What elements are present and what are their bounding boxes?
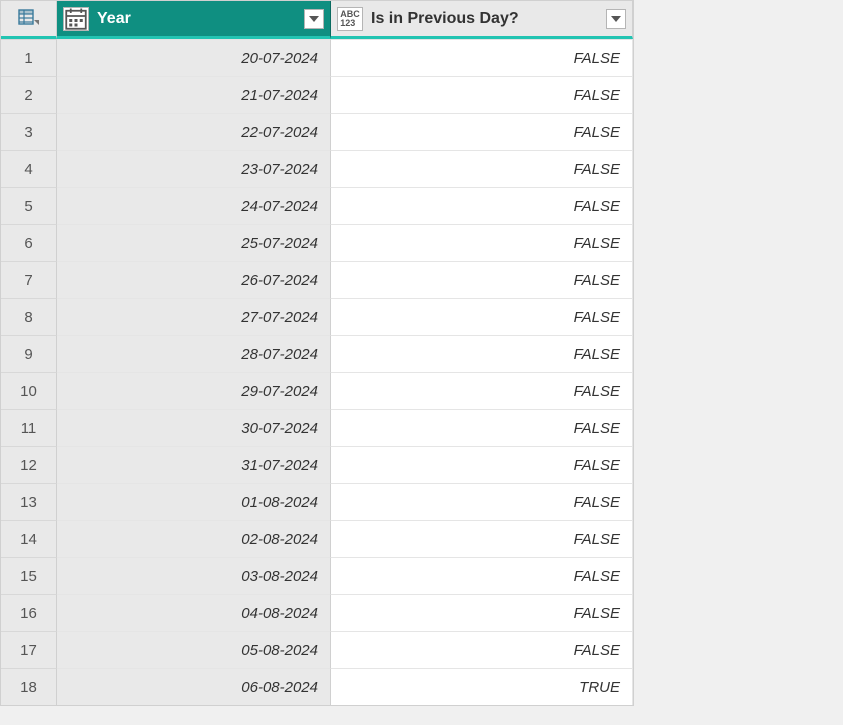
row-number[interactable]: 10 xyxy=(1,372,57,409)
cell-year[interactable]: 02-08-2024 xyxy=(57,520,331,557)
cell-is-in-previous-day[interactable]: FALSE xyxy=(331,446,633,483)
table-row[interactable]: 524-07-2024FALSE xyxy=(1,187,633,224)
cell-is-in-previous-day[interactable]: FALSE xyxy=(331,298,633,335)
cell-year[interactable]: 23-07-2024 xyxy=(57,150,331,187)
row-number[interactable]: 7 xyxy=(1,261,57,298)
cell-year[interactable]: 31-07-2024 xyxy=(57,446,331,483)
table-row[interactable]: 1806-08-2024TRUE xyxy=(1,668,633,705)
column-header-year[interactable]: Year xyxy=(57,1,331,39)
table-row[interactable]: 1503-08-2024FALSE xyxy=(1,557,633,594)
cell-is-in-previous-day[interactable]: FALSE xyxy=(331,631,633,668)
table-row[interactable]: 928-07-2024FALSE xyxy=(1,335,633,372)
table-row[interactable]: 1301-08-2024FALSE xyxy=(1,483,633,520)
table-row[interactable]: 322-07-2024FALSE xyxy=(1,113,633,150)
row-number[interactable]: 2 xyxy=(1,76,57,113)
cell-is-in-previous-day[interactable]: FALSE xyxy=(331,409,633,446)
row-number[interactable]: 9 xyxy=(1,335,57,372)
row-number[interactable]: 1 xyxy=(1,39,57,76)
table-row[interactable]: 221-07-2024FALSE xyxy=(1,76,633,113)
cell-year[interactable]: 22-07-2024 xyxy=(57,113,331,150)
rows-container: 120-07-2024FALSE221-07-2024FALSE322-07-2… xyxy=(1,39,633,705)
row-number[interactable]: 18 xyxy=(1,668,57,705)
cell-is-in-previous-day[interactable]: FALSE xyxy=(331,113,633,150)
cell-year[interactable]: 28-07-2024 xyxy=(57,335,331,372)
cell-is-in-previous-day[interactable]: FALSE xyxy=(331,372,633,409)
table-row[interactable]: 1705-08-2024FALSE xyxy=(1,631,633,668)
cell-year[interactable]: 01-08-2024 xyxy=(57,483,331,520)
select-all-corner[interactable] xyxy=(1,1,57,39)
row-number[interactable]: 12 xyxy=(1,446,57,483)
cell-is-in-previous-day[interactable]: TRUE xyxy=(331,668,633,705)
data-grid: Year ABC123 Is in Previous Day? 120-07-2… xyxy=(0,0,634,706)
table-row[interactable]: 1029-07-2024FALSE xyxy=(1,372,633,409)
row-number[interactable]: 5 xyxy=(1,187,57,224)
row-number[interactable]: 11 xyxy=(1,409,57,446)
table-row[interactable]: 1231-07-2024FALSE xyxy=(1,446,633,483)
table-row[interactable]: 1130-07-2024FALSE xyxy=(1,409,633,446)
table-row[interactable]: 1604-08-2024FALSE xyxy=(1,594,633,631)
row-number[interactable]: 17 xyxy=(1,631,57,668)
filter-button-prev[interactable] xyxy=(606,9,626,29)
table-row[interactable]: 625-07-2024FALSE xyxy=(1,224,633,261)
cell-is-in-previous-day[interactable]: FALSE xyxy=(331,335,633,372)
table-icon xyxy=(18,9,34,29)
cell-is-in-previous-day[interactable]: FALSE xyxy=(331,594,633,631)
table-row[interactable]: 1402-08-2024FALSE xyxy=(1,520,633,557)
row-number[interactable]: 3 xyxy=(1,113,57,150)
row-number[interactable]: 13 xyxy=(1,483,57,520)
cell-year[interactable]: 25-07-2024 xyxy=(57,224,331,261)
cell-year[interactable]: 27-07-2024 xyxy=(57,298,331,335)
cell-year[interactable]: 30-07-2024 xyxy=(57,409,331,446)
row-number[interactable]: 16 xyxy=(1,594,57,631)
filter-button-year[interactable] xyxy=(304,9,324,29)
date-type-icon xyxy=(63,7,89,31)
header-row: Year ABC123 Is in Previous Day? xyxy=(1,1,633,39)
column-label: Is in Previous Day? xyxy=(371,10,606,28)
cell-is-in-previous-day[interactable]: FALSE xyxy=(331,557,633,594)
row-number[interactable]: 4 xyxy=(1,150,57,187)
cell-year[interactable]: 26-07-2024 xyxy=(57,261,331,298)
cell-year[interactable]: 29-07-2024 xyxy=(57,372,331,409)
row-number[interactable]: 6 xyxy=(1,224,57,261)
cell-year[interactable]: 21-07-2024 xyxy=(57,76,331,113)
table-row[interactable]: 726-07-2024FALSE xyxy=(1,261,633,298)
cell-year[interactable]: 05-08-2024 xyxy=(57,631,331,668)
table-row[interactable]: 423-07-2024FALSE xyxy=(1,150,633,187)
row-number[interactable]: 8 xyxy=(1,298,57,335)
cell-year[interactable]: 20-07-2024 xyxy=(57,39,331,76)
cell-is-in-previous-day[interactable]: FALSE xyxy=(331,39,633,76)
column-label: Year xyxy=(97,10,304,28)
row-number[interactable]: 15 xyxy=(1,557,57,594)
cell-is-in-previous-day[interactable]: FALSE xyxy=(331,483,633,520)
cell-year[interactable]: 06-08-2024 xyxy=(57,668,331,705)
cell-is-in-previous-day[interactable]: FALSE xyxy=(331,150,633,187)
cell-year[interactable]: 03-08-2024 xyxy=(57,557,331,594)
row-number[interactable]: 14 xyxy=(1,520,57,557)
cell-is-in-previous-day[interactable]: FALSE xyxy=(331,187,633,224)
dropdown-caret-icon xyxy=(34,20,39,25)
cell-is-in-previous-day[interactable]: FALSE xyxy=(331,224,633,261)
table-row[interactable]: 120-07-2024FALSE xyxy=(1,39,633,76)
cell-is-in-previous-day[interactable]: FALSE xyxy=(331,76,633,113)
any-type-icon: ABC123 xyxy=(337,7,363,31)
cell-year[interactable]: 24-07-2024 xyxy=(57,187,331,224)
cell-is-in-previous-day[interactable]: FALSE xyxy=(331,520,633,557)
column-header-is-in-previous-day[interactable]: ABC123 Is in Previous Day? xyxy=(331,1,633,39)
cell-is-in-previous-day[interactable]: FALSE xyxy=(331,261,633,298)
cell-year[interactable]: 04-08-2024 xyxy=(57,594,331,631)
table-row[interactable]: 827-07-2024FALSE xyxy=(1,298,633,335)
